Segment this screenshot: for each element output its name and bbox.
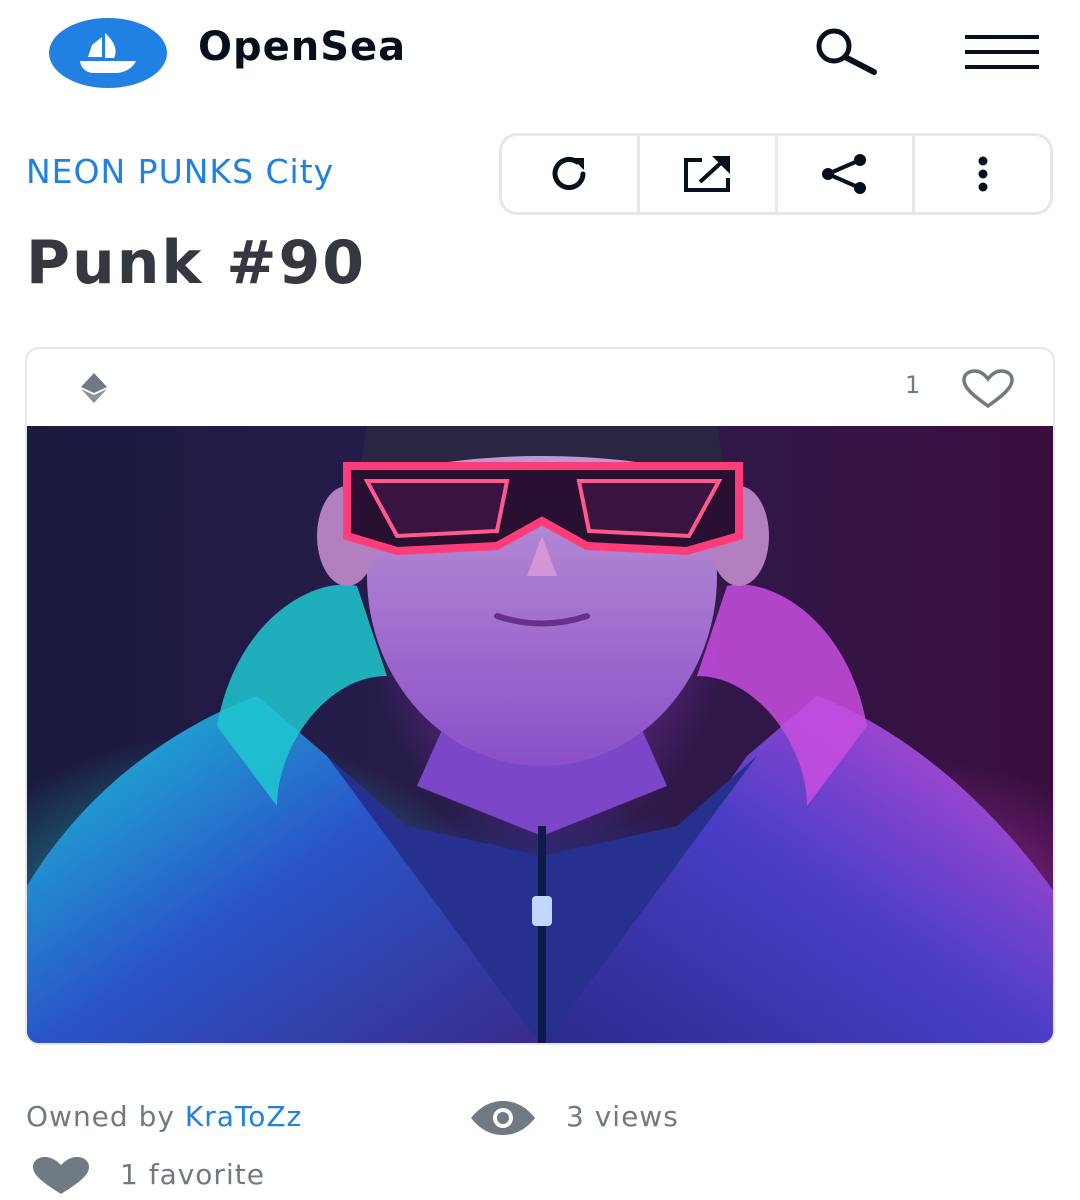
share-button[interactable] <box>778 136 916 212</box>
collection-link[interactable]: NEON PUNKS City <box>26 152 334 191</box>
owner-link[interactable]: KraToZz <box>185 1100 302 1133</box>
neon-punk-artwork <box>27 426 1053 1043</box>
refresh-button[interactable] <box>502 136 640 212</box>
heart-outline-icon[interactable] <box>961 369 1015 409</box>
top-navigation: OpenSea <box>0 0 1080 105</box>
view-count: 3 views <box>566 1100 679 1133</box>
owned-by-label: Owned by <box>26 1100 175 1133</box>
search-icon[interactable] <box>806 26 882 78</box>
refresh-icon <box>552 157 586 190</box>
heart-icon <box>33 1157 89 1194</box>
open-original-button[interactable] <box>640 136 778 212</box>
favorite-count-label: 1 favorite <box>120 1158 265 1191</box>
card-header: 1 <box>27 349 1053 426</box>
item-title: Punk #90 <box>26 228 366 298</box>
more-options-button[interactable] <box>915 136 1050 212</box>
hamburger-menu-icon[interactable] <box>963 34 1041 70</box>
external-link-icon <box>684 156 731 192</box>
eye-icon <box>471 1101 535 1135</box>
more-options-icon <box>978 156 988 192</box>
opensea-logo-icon[interactable] <box>48 17 168 89</box>
brand-name[interactable]: OpenSea <box>198 24 406 70</box>
item-media-card: 1 <box>25 347 1055 1045</box>
item-action-bar <box>499 133 1053 215</box>
owned-by: Owned by KraToZz <box>26 1100 302 1133</box>
nft-image[interactable] <box>27 426 1053 1043</box>
ethereum-icon <box>81 373 107 403</box>
favorite-count: 1 <box>905 371 921 399</box>
share-icon <box>821 154 866 194</box>
